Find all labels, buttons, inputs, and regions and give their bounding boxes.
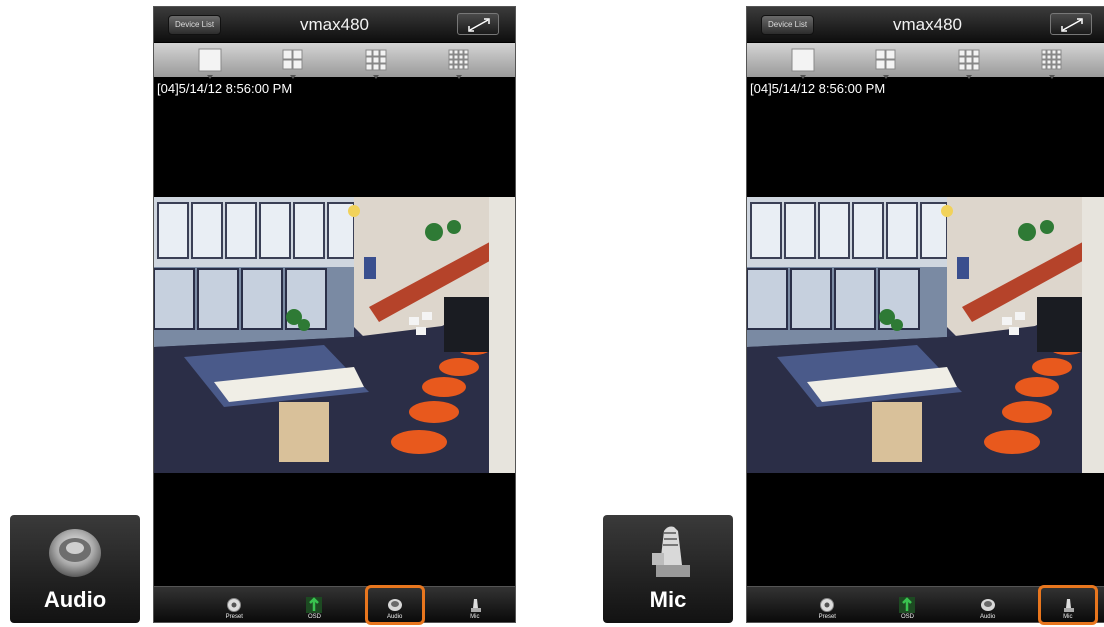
layout-4x4-icon — [446, 47, 472, 73]
speaker-icon — [980, 597, 996, 613]
expand-button[interactable] — [457, 13, 499, 35]
layout-1x1-icon — [197, 47, 223, 73]
phone-screen: Device List vmax480 [04]5/14/12 8:56:00 … — [746, 6, 1104, 625]
microphone-icon — [1060, 597, 1076, 613]
toolbar-button-audio[interactable]: Audio — [961, 588, 1015, 622]
layout-button[interactable] — [280, 47, 306, 79]
toolbar-button-preset[interactable]: Preset — [800, 588, 854, 622]
camera-timestamp: [04]5/14/12 8:56:00 PM — [750, 81, 886, 96]
toolbar-button-osd[interactable]: OSD — [287, 588, 341, 622]
toolbar-button-mic[interactable]: Mic — [448, 588, 502, 622]
camera-timestamp: [04]5/14/12 8:56:00 PM — [157, 81, 293, 96]
microphone-icon — [652, 526, 690, 577]
dropdown-indicator — [289, 75, 296, 79]
layout-button[interactable] — [446, 47, 472, 79]
layout-button[interactable] — [873, 47, 899, 79]
audio-callout: Audio — [10, 515, 140, 623]
toolbar-button-audio[interactable]: Audio — [364, 585, 425, 625]
toolbar-label: OSD — [900, 614, 914, 620]
microphone-icon — [467, 597, 483, 613]
dropdown-indicator — [456, 75, 463, 79]
layout-button[interactable] — [956, 47, 982, 79]
toolbar-label: Mic — [1063, 614, 1073, 620]
toolbar-label: Preset — [225, 614, 243, 620]
toolbar-label: Mic — [470, 614, 480, 620]
camera-feed-image — [747, 197, 1104, 473]
expand-icon — [1051, 14, 1093, 36]
layout-4x4-icon — [1039, 47, 1065, 73]
toolbar-button-preset[interactable]: Preset — [207, 588, 261, 622]
expand-button[interactable] — [1050, 13, 1092, 35]
layout-2x2-icon — [873, 47, 899, 73]
bottom-toolbar: Preset OSD Audio Mic — [154, 585, 515, 625]
mic-callout: Mic — [603, 515, 733, 623]
toolbar-label: Audio — [386, 614, 403, 620]
phone-screen: Device List vmax480 [04]5/14/12 8:56:00 … — [153, 6, 516, 625]
camera-feed-image — [154, 197, 515, 473]
toolbar-button-mic[interactable]: Mic — [1037, 585, 1098, 625]
layout-button[interactable] — [363, 47, 389, 79]
layout-button[interactable] — [1039, 47, 1065, 79]
nav-bar: Device List vmax480 — [154, 7, 515, 43]
nav-bar: Device List vmax480 — [747, 7, 1104, 43]
dropdown-indicator — [966, 75, 973, 79]
toolbar-label: Preset — [818, 614, 836, 620]
speaker-icon — [49, 529, 101, 577]
speaker-icon — [387, 597, 403, 613]
toolbar-button-partial[interactable] — [760, 588, 774, 622]
layout-3x3-icon — [363, 47, 389, 73]
toolbar-button-partial[interactable] — [167, 588, 181, 622]
layout-button[interactable] — [790, 47, 816, 79]
layout-2x2-icon — [280, 47, 306, 73]
dropdown-indicator — [1049, 75, 1056, 79]
toolbar-label: OSD — [307, 614, 321, 620]
audio-callout-label: Audio — [43, 587, 107, 612]
bottom-toolbar: Preset OSD Audio Mic — [747, 585, 1104, 625]
toolbar-button-osd[interactable]: OSD — [880, 588, 934, 622]
dropdown-indicator — [206, 75, 213, 79]
camera-feed[interactable] — [747, 197, 1104, 473]
preset-icon — [819, 597, 835, 613]
dropdown-indicator — [882, 75, 889, 79]
dropdown-indicator — [799, 75, 806, 79]
mic-callout-label: Mic — [649, 587, 687, 612]
dropdown-indicator — [373, 75, 380, 79]
layout-3x3-icon — [956, 47, 982, 73]
preset-icon — [226, 597, 242, 613]
toolbar-label: Audio — [979, 614, 996, 620]
layout-bar — [747, 43, 1104, 79]
layout-bar — [154, 43, 515, 79]
layout-button[interactable] — [197, 47, 223, 79]
osd-icon — [306, 597, 323, 613]
expand-icon — [458, 14, 500, 36]
layout-1x1-icon — [790, 47, 816, 73]
osd-icon — [899, 597, 916, 613]
camera-feed[interactable] — [154, 197, 515, 473]
